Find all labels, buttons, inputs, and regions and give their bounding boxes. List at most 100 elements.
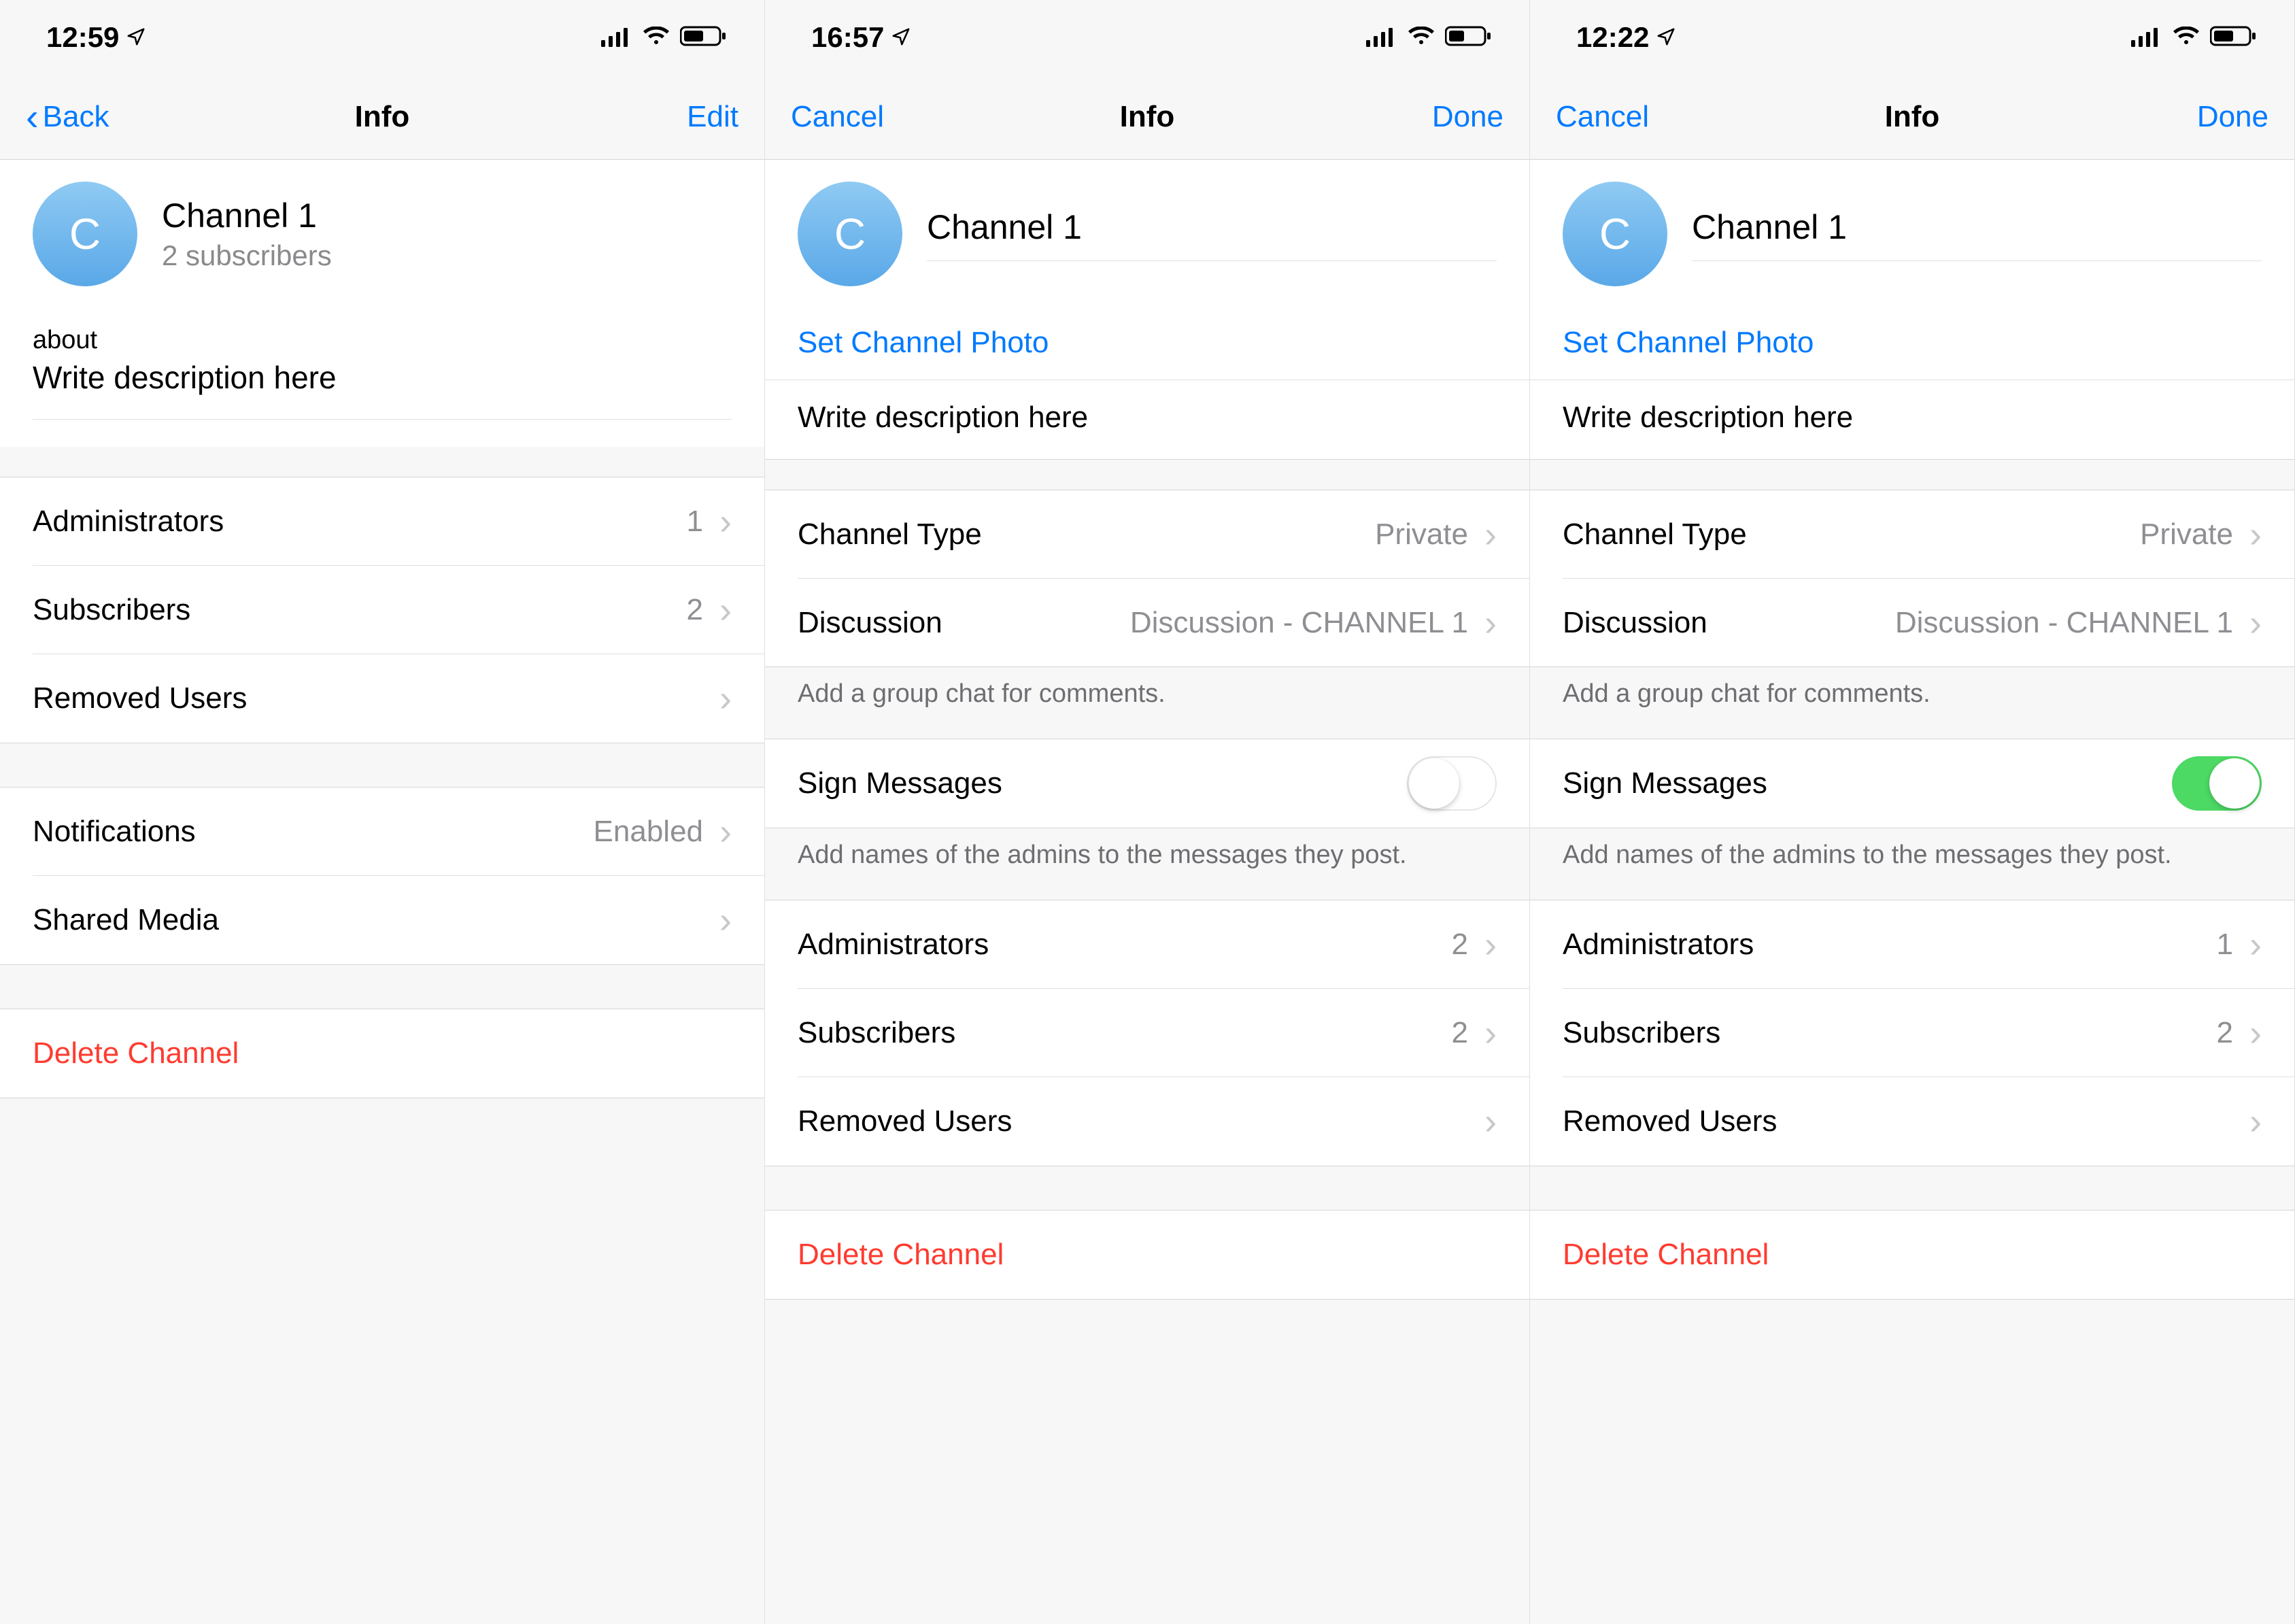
channel-type-row[interactable]: Channel Type Private › — [1530, 490, 2294, 579]
cellular-icon — [1366, 21, 1397, 54]
cellular-icon — [601, 21, 632, 54]
status-bar: 16:57 — [765, 0, 1529, 75]
wifi-icon — [1407, 21, 1435, 54]
discussion-row[interactable]: Discussion Discussion - CHANNEL 1 › — [765, 579, 1529, 667]
cancel-label: Cancel — [791, 100, 884, 134]
avatar[interactable]: C — [798, 182, 902, 286]
about-text: Write description here — [33, 359, 732, 396]
row-label: Sign Messages — [1563, 766, 2172, 800]
chevron-right-icon: › — [1484, 516, 1497, 553]
row-value: Private — [1375, 518, 1468, 552]
done-button[interactable]: Done — [1367, 100, 1503, 134]
chevron-right-icon: › — [719, 902, 732, 938]
shared-media-row[interactable]: Shared Media › — [0, 876, 764, 964]
set-channel-photo-button[interactable]: Set Channel Photo — [1530, 305, 2294, 380]
status-bar: 12:59 — [0, 0, 764, 75]
row-value: 2 — [1452, 928, 1468, 962]
row-label: Discussion — [1563, 606, 1895, 640]
channel-type-row[interactable]: Channel Type Private › — [765, 490, 1529, 579]
done-button[interactable]: Done — [2132, 100, 2268, 134]
sign-messages-hint: Add names of the admins to the messages … — [765, 828, 1529, 870]
subscribers-row[interactable]: Subscribers 2 › — [765, 989, 1529, 1077]
delete-channel-button[interactable]: Delete Channel — [765, 1211, 1529, 1299]
back-label: Back — [43, 100, 109, 134]
channel-header: C Channel 1 — [765, 160, 1529, 305]
row-label: Channel Type — [798, 518, 1375, 552]
description-input[interactable]: Write description here — [765, 380, 1529, 460]
description-placeholder: Write description here — [798, 401, 1088, 434]
discussion-row[interactable]: Discussion Discussion - CHANNEL 1 › — [1530, 579, 2294, 667]
removed-users-row[interactable]: Removed Users › — [0, 654, 764, 743]
chevron-right-icon: › — [1484, 926, 1497, 963]
discussion-hint: Add a group chat for comments. — [765, 667, 1529, 709]
administrators-row[interactable]: Administrators 1 › — [0, 477, 764, 566]
done-label: Done — [1432, 100, 1503, 134]
chevron-right-icon: › — [719, 592, 732, 628]
row-label: Notifications — [33, 815, 594, 849]
row-label: Removed Users — [798, 1104, 1482, 1138]
sign-messages-toggle[interactable] — [2172, 756, 2262, 811]
delete-label: Delete Channel — [798, 1238, 1497, 1272]
edit-button[interactable]: Edit — [602, 100, 738, 134]
set-channel-photo-button[interactable]: Set Channel Photo — [765, 305, 1529, 380]
delete-channel-button[interactable]: Delete Channel — [1530, 1211, 2294, 1299]
avatar[interactable]: C — [33, 182, 137, 286]
set-photo-label: Set Channel Photo — [1563, 326, 2262, 360]
sign-messages-hint: Add names of the admins to the messages … — [1530, 828, 2294, 870]
chevron-left-icon: ‹ — [26, 98, 39, 136]
wifi-icon — [642, 21, 670, 54]
row-label: Discussion — [798, 606, 1130, 640]
battery-icon — [1445, 21, 1493, 54]
nav-bar: Cancel Info Done — [765, 75, 1529, 160]
subscribers-row[interactable]: Subscribers 2 › — [0, 566, 764, 654]
status-time: 16:57 — [811, 21, 884, 54]
row-label: Administrators — [33, 505, 687, 539]
row-value: 1 — [687, 505, 703, 539]
chevron-right-icon: › — [2249, 1103, 2262, 1140]
cancel-button[interactable]: Cancel — [1556, 100, 1692, 134]
row-value: 2 — [2217, 1016, 2233, 1050]
row-value: Discussion - CHANNEL 1 — [1130, 606, 1468, 640]
row-label: Subscribers — [798, 1016, 1452, 1050]
chevron-right-icon: › — [2249, 516, 2262, 553]
row-label: Sign Messages — [798, 766, 1407, 800]
row-value: Enabled — [594, 815, 703, 849]
sign-messages-toggle[interactable] — [1407, 756, 1497, 811]
row-label: Subscribers — [33, 593, 687, 627]
row-label: Subscribers — [1563, 1016, 2217, 1050]
delete-channel-button[interactable]: Delete Channel — [0, 1009, 764, 1098]
battery-icon — [2210, 21, 2258, 54]
back-button[interactable]: ‹ Back — [26, 98, 162, 136]
status-time: 12:22 — [1576, 21, 1649, 54]
cellular-icon — [2131, 21, 2162, 54]
row-value: Private — [2140, 518, 2233, 552]
wifi-icon — [2172, 21, 2200, 54]
chevron-right-icon: › — [1484, 605, 1497, 641]
administrators-row[interactable]: Administrators 1 › — [1530, 900, 2294, 989]
row-label: Removed Users — [33, 681, 717, 715]
channel-name-input[interactable]: Channel 1 — [1692, 207, 2262, 247]
about-block: about Write description here — [0, 305, 764, 447]
removed-users-row[interactable]: Removed Users › — [765, 1077, 1529, 1166]
battery-icon — [680, 21, 728, 54]
cancel-button[interactable]: Cancel — [791, 100, 927, 134]
row-value: 1 — [2217, 928, 2233, 962]
notifications-row[interactable]: Notifications Enabled › — [0, 788, 764, 876]
row-label: Channel Type — [1563, 518, 2140, 552]
location-icon — [891, 21, 911, 54]
subscribers-row[interactable]: Subscribers 2 › — [1530, 989, 2294, 1077]
removed-users-row[interactable]: Removed Users › — [1530, 1077, 2294, 1166]
channel-subscribers: 2 subscribers — [162, 239, 732, 272]
chevron-right-icon: › — [1484, 1103, 1497, 1140]
channel-name-input[interactable]: Channel 1 — [927, 207, 1497, 247]
administrators-row[interactable]: Administrators 2 › — [765, 900, 1529, 989]
avatar[interactable]: C — [1563, 182, 1667, 286]
sign-messages-row: Sign Messages — [1530, 739, 2294, 828]
description-input[interactable]: Write description here — [1530, 380, 2294, 460]
location-icon — [1656, 21, 1676, 54]
description-placeholder: Write description here — [1563, 401, 1853, 434]
chevron-right-icon: › — [1484, 1015, 1497, 1051]
channel-header: C Channel 1 2 subscribers — [0, 160, 764, 305]
row-value: 2 — [1452, 1016, 1468, 1050]
chevron-right-icon: › — [719, 503, 732, 540]
